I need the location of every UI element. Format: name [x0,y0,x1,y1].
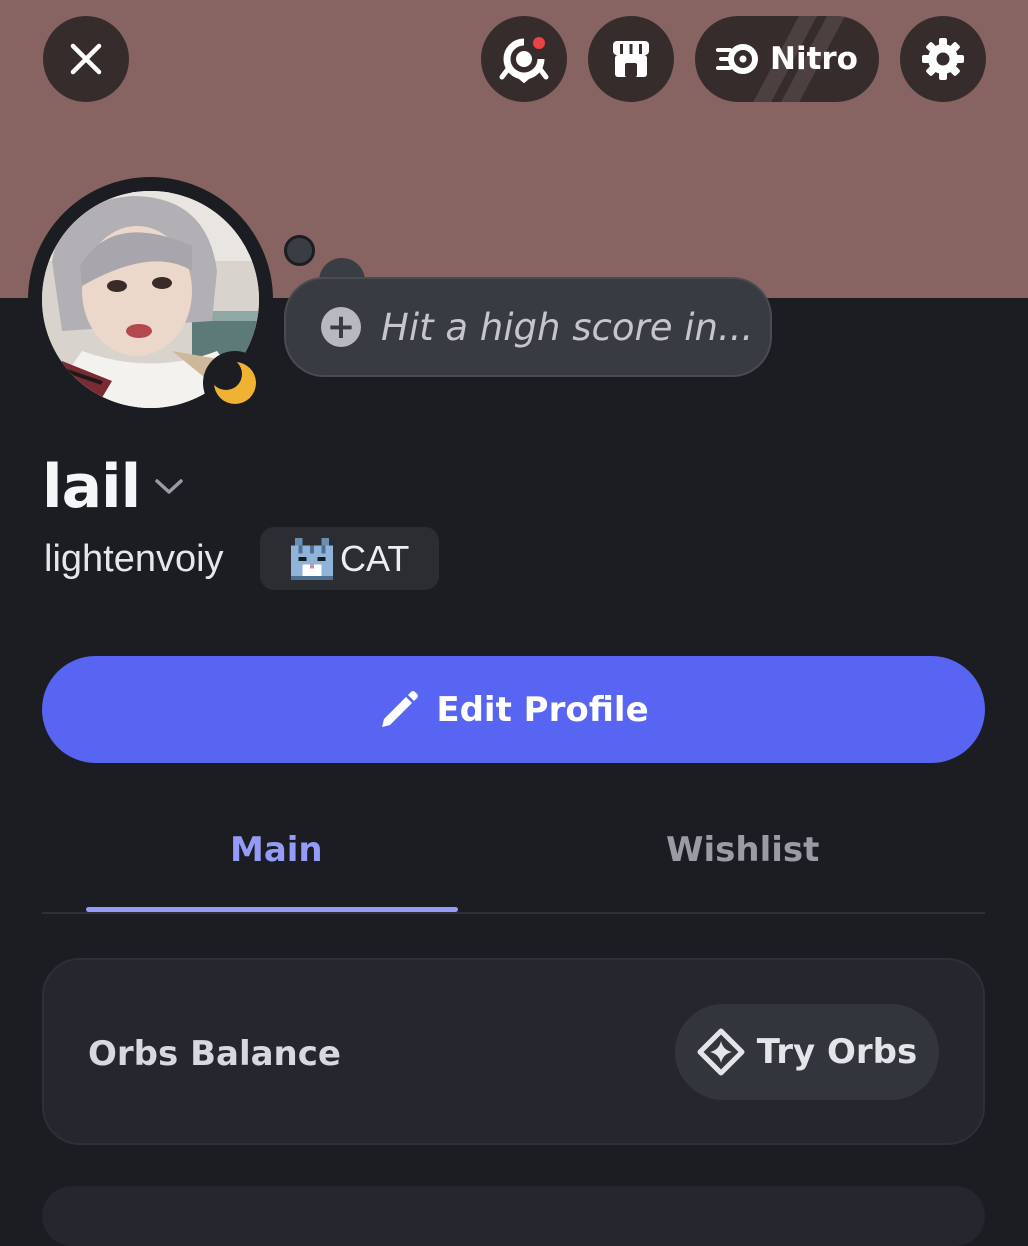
shop-button[interactable] [588,16,674,102]
display-name: lail [42,452,141,522]
edit-profile-button[interactable]: Edit Profile [42,656,985,763]
username: lightenvoiy [44,538,224,580]
tab-main[interactable]: Main [230,830,323,870]
chevron-down-icon[interactable] [152,475,186,499]
nitro-label: Nitro [770,41,858,77]
close-icon [70,43,102,75]
gear-icon [922,38,964,80]
edit-profile-label: Edit Profile [436,689,649,730]
pencil-icon [382,690,419,727]
server-tag[interactable]: CAT [260,527,439,590]
nitro-icon [716,44,758,74]
orbs-balance-label: Orbs Balance [88,1034,341,1074]
custom-status-placeholder: Hit a high score in... [381,305,754,349]
close-button[interactable] [43,16,129,102]
server-tag-label: CAT [340,537,410,579]
try-orbs-label: Try Orbs [756,1032,918,1072]
idle-moon-icon [212,360,256,404]
pixel-cat-icon [291,537,333,580]
tabs-divider [42,912,985,914]
quests-button[interactable] [481,16,567,102]
custom-status-bubble[interactable]: + Hit a high score in... [284,277,772,377]
nitro-button[interactable]: Nitro [695,16,879,102]
orb-icon [697,1028,745,1076]
thought-bubble-dot [284,235,315,266]
shop-icon [613,41,649,77]
orbs-balance-card: Orbs Balance Try Orbs [42,958,985,1145]
notification-dot [531,35,547,51]
next-card [42,1186,985,1246]
plus-icon: + [321,307,361,347]
status-indicator [203,351,267,415]
active-tab-indicator [86,907,458,912]
quests-badge-icon [499,35,549,84]
tab-wishlist[interactable]: Wishlist [666,830,819,870]
try-orbs-button[interactable]: Try Orbs [675,1004,939,1100]
settings-button[interactable] [900,16,986,102]
